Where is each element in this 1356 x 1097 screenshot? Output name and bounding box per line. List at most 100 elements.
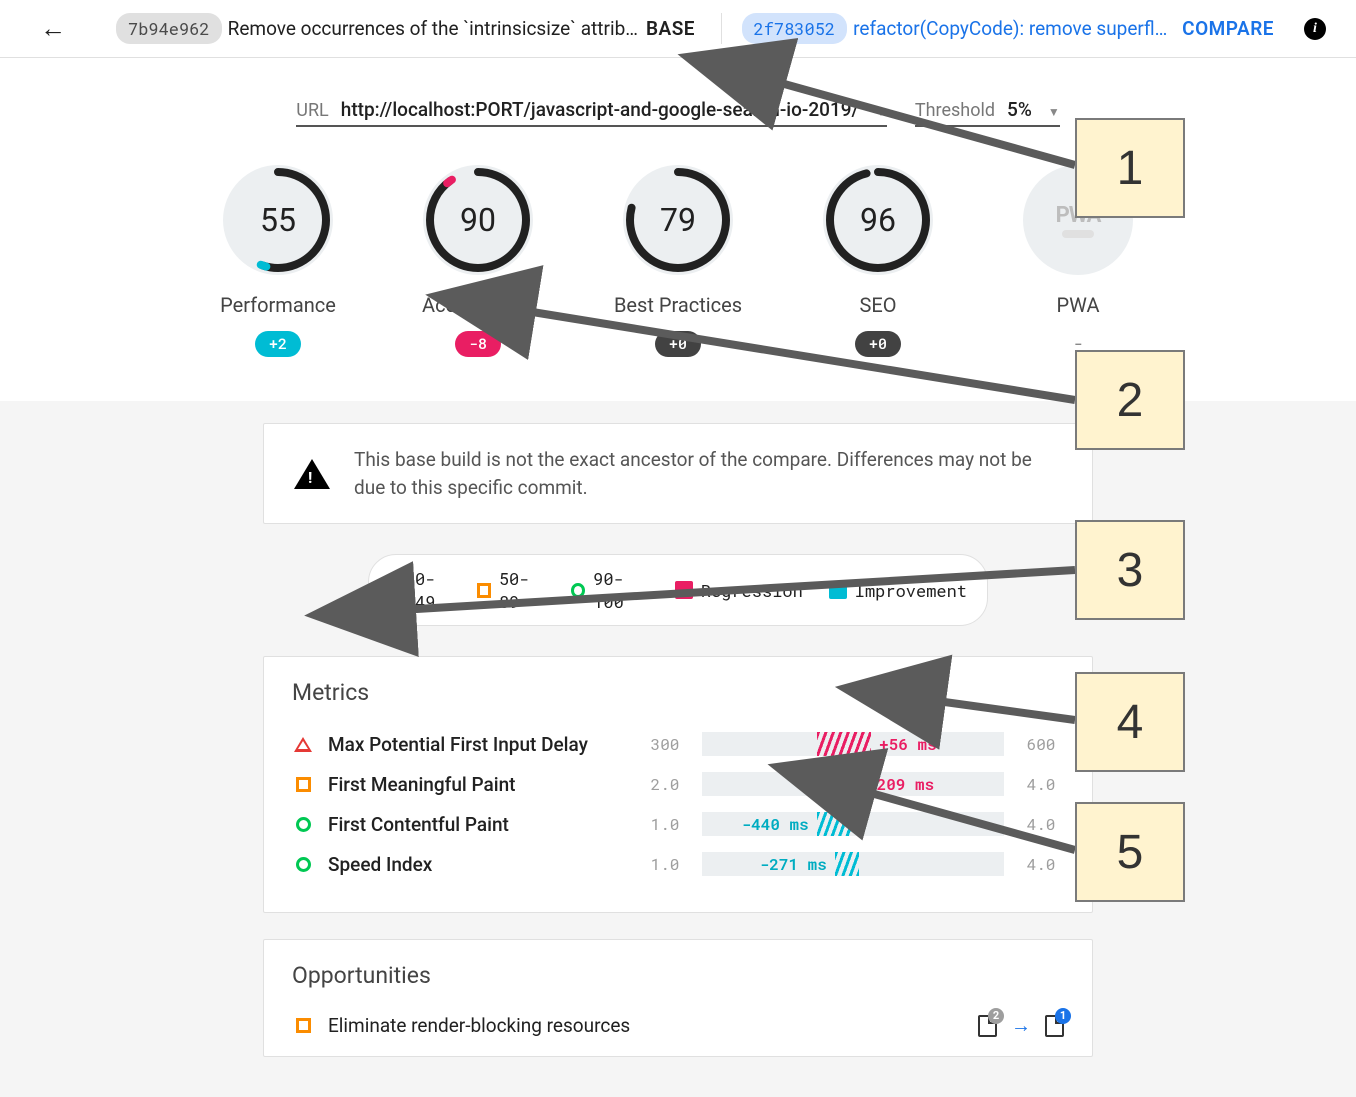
ancestor-warning: This base build is not the exact ancesto…: [263, 423, 1093, 524]
opportunity-row[interactable]: Eliminate render-blocking resources 2 → …: [292, 1007, 1064, 1044]
metrics-card: Metrics Max Potential First Input Delay …: [263, 656, 1093, 913]
url-label: URL: [296, 100, 328, 121]
metric-delta: -271 ms: [760, 854, 827, 875]
compare-commit-message: refactor(CopyCode): remove superfluous a…: [853, 17, 1174, 40]
url-selector[interactable]: URL http://localhost:PORT/javascript-and…: [296, 98, 887, 127]
legend-improvement: Improvement: [829, 579, 967, 602]
threshold-value: 5%: [1007, 98, 1032, 121]
opportunity-name: Eliminate render-blocking resources: [328, 1014, 964, 1037]
circle-icon: [571, 583, 585, 598]
gauge-label: Performance: [220, 293, 336, 317]
metric-delta: +56 ms: [879, 734, 937, 755]
metric-hatch: [835, 852, 859, 876]
warning-icon: [294, 459, 330, 489]
legend-regression-label: Regression: [701, 579, 803, 602]
metric-hatch: [817, 812, 853, 836]
score-gauges: 55 Performance +2 90 Accessibility -8 79…: [0, 165, 1356, 357]
metric-bar: -440 ms: [702, 812, 1004, 836]
legend-average-label: 50-89: [499, 567, 545, 613]
threshold-selector[interactable]: Threshold 5% ▼: [915, 98, 1060, 127]
arrow-right-icon: →: [1011, 1013, 1031, 1038]
legend-fail-label: 0-49: [415, 567, 451, 613]
gauge-delta: +0: [855, 331, 901, 357]
gauge-performance[interactable]: 55 Performance +2: [213, 165, 343, 357]
warning-text: This base build is not the exact ancesto…: [354, 446, 1062, 501]
report-before-icon[interactable]: 2: [978, 1015, 997, 1037]
metric-min: 300: [642, 734, 688, 755]
controls-row: URL http://localhost:PORT/javascript-and…: [0, 98, 1356, 127]
metric-min: 1.0: [642, 854, 688, 875]
legend-improvement-label: Improvement: [855, 579, 967, 602]
back-arrow-icon[interactable]: ←: [40, 13, 66, 44]
metric-shape-icon: [292, 857, 314, 872]
gauge-delta: -8: [455, 331, 501, 357]
metric-row[interactable]: Max Potential First Input Delay 300 +56 …: [292, 724, 1064, 764]
metric-hatch: [817, 732, 871, 756]
compare-build[interactable]: 2f783052 refactor(CopyCode): remove supe…: [721, 13, 1337, 44]
gauge-label: SEO: [859, 293, 896, 317]
gauge-label: Best Practices: [614, 293, 742, 317]
legend-pass-label: 90-100: [593, 567, 649, 613]
triangle-icon: [389, 583, 407, 598]
base-build[interactable]: 7b94e962 Remove occurrences of the `intr…: [116, 13, 711, 44]
metric-name: Max Potential First Input Delay: [328, 733, 628, 756]
metric-delta: -440 ms: [742, 814, 809, 835]
metric-row[interactable]: First Contentful Paint 1.0 -440 ms 4.0: [292, 804, 1064, 844]
metric-row[interactable]: Speed Index 1.0 -271 ms 4.0: [292, 844, 1064, 884]
metric-max: 600: [1018, 734, 1064, 755]
gauge-ring: 96: [823, 165, 933, 275]
metric-shape-icon: [292, 777, 314, 792]
base-tag: BASE: [646, 17, 695, 40]
base-hash: 7b94e962: [116, 13, 222, 44]
metric-max: 4.0: [1018, 814, 1064, 835]
metric-shape-icon: [292, 817, 314, 832]
gauge-pwa[interactable]: PWA PWA -: [1013, 165, 1143, 357]
metric-name: Speed Index: [328, 853, 628, 876]
gauge-ring: 90: [423, 165, 533, 275]
base-commit-message: Remove occurrences of the `intrinsicsize…: [228, 17, 638, 40]
metric-hatch: [829, 772, 859, 796]
metric-name: First Meaningful Paint: [328, 773, 628, 796]
header-bar: ← 7b94e962 Remove occurrences of the `in…: [0, 0, 1356, 58]
gauge-seo[interactable]: 96 SEO +0: [813, 165, 943, 357]
legend-regression: Regression: [675, 579, 803, 602]
regression-swatch-icon: [675, 581, 693, 599]
opportunity-shape-icon: [292, 1018, 314, 1033]
opportunity-icons: 2 → 1: [978, 1013, 1064, 1038]
opportunities-card: Opportunities Eliminate render-blocking …: [263, 939, 1093, 1057]
gauge-ring: 79: [623, 165, 733, 275]
metric-name: First Contentful Paint: [328, 813, 628, 836]
gauge-delta: +2: [255, 331, 301, 357]
metric-max: 4.0: [1018, 854, 1064, 875]
gauge-label: PWA: [1057, 293, 1100, 317]
metric-min: 2.0: [642, 774, 688, 795]
legend-fail: 0-49: [389, 567, 451, 613]
gauge-best-practices[interactable]: 79 Best Practices +0: [613, 165, 743, 357]
metric-row[interactable]: First Meaningful Paint 2.0 +209 ms 4.0: [292, 764, 1064, 804]
report-after-icon[interactable]: 1: [1045, 1015, 1064, 1037]
gauge-delta: +0: [655, 331, 701, 357]
opportunities-title: Opportunities: [292, 962, 1064, 989]
gauge-label: Accessibility: [422, 293, 534, 317]
score-legend: 0-49 50-89 90-100 Regression Improvement: [368, 554, 988, 626]
url-value: http://localhost:PORT/javascript-and-goo…: [341, 98, 859, 121]
legend-average: 50-89: [477, 567, 545, 613]
chevron-down-icon: ▼: [875, 105, 887, 119]
compare-hash: 2f783052: [742, 13, 848, 44]
metric-min: 1.0: [642, 814, 688, 835]
metric-max: 4.0: [1018, 774, 1064, 795]
gauge-accessibility[interactable]: 90 Accessibility -8: [413, 165, 543, 357]
legend-pass: 90-100: [571, 567, 649, 613]
gauge-ring: 55: [223, 165, 333, 275]
metric-delta: +209 ms: [867, 774, 934, 795]
metric-bar: -271 ms: [702, 852, 1004, 876]
metric-bar: +56 ms: [702, 732, 1004, 756]
improvement-swatch-icon: [829, 581, 847, 599]
metric-shape-icon: [292, 737, 314, 752]
metric-bar: +209 ms: [702, 772, 1004, 796]
info-icon[interactable]: i: [1304, 18, 1326, 40]
details-region: This base build is not the exact ancesto…: [0, 401, 1356, 1097]
square-icon: [477, 583, 491, 598]
gauge-ring: PWA: [1023, 165, 1133, 275]
threshold-label: Threshold: [915, 100, 995, 121]
